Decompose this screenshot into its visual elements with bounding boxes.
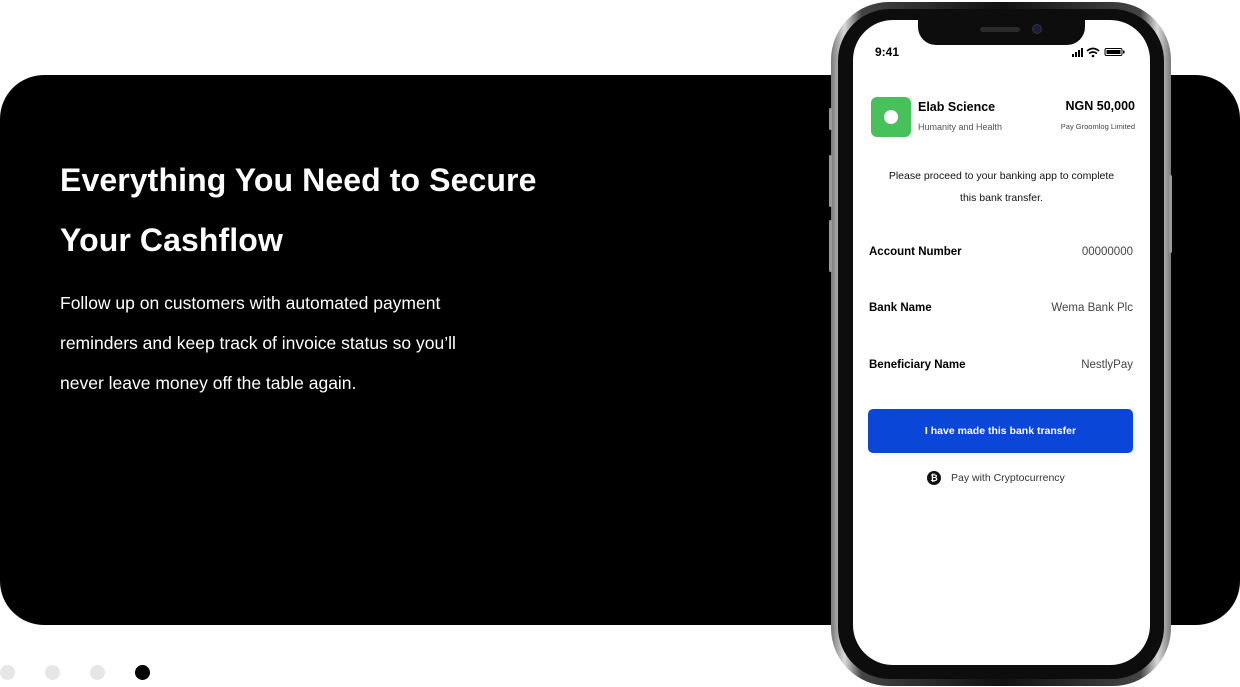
battery-icon (1104, 48, 1125, 56)
merchant-logo (871, 97, 911, 137)
payee-name: Pay Groomlog Limited (1060, 122, 1135, 131)
detail-row-beneficiary-name: Beneficiary Name NestlyPay (869, 359, 1133, 375)
detail-value: NestlyPay (1081, 359, 1133, 371)
transfer-instruction: Please proceed to your banking app to co… (888, 170, 1115, 204)
phone-mute-switch (829, 108, 832, 130)
wifi-icon (1086, 47, 1100, 58)
detail-value: 00000000 (1081, 246, 1133, 258)
cellular-signal-icon (1072, 48, 1083, 57)
confirm-transfer-button[interactable]: I have made this bank transfer (868, 409, 1133, 453)
hero-description: Follow up on customers with automated pa… (60, 293, 456, 393)
carousel-pagination (0, 665, 160, 681)
phone-volume-up-button (829, 155, 832, 207)
payment-amount: NGN 50,000 (1065, 99, 1135, 113)
carousel-dot-1[interactable] (0, 665, 15, 680)
pay-with-crypto-label: Pay with Cryptocurrency (951, 472, 1065, 484)
carousel-dot-3[interactable] (90, 665, 105, 680)
detail-row-bank-name: Bank Name Wema Bank Plc (869, 302, 1133, 318)
phone-screen: 9:41 Elab Science Humanity and Health NG (853, 20, 1150, 665)
detail-row-account-number: Account Number 00000000 (869, 246, 1133, 262)
merchant-tagline: Humanity and Health (918, 122, 1003, 132)
status-time: 9:41 (875, 45, 900, 59)
speaker-grille (980, 27, 1020, 32)
detail-label: Bank Name (869, 302, 932, 314)
carousel-dot-2[interactable] (45, 665, 60, 680)
detail-label: Account Number (869, 246, 962, 258)
detail-value: Wema Bank Plc (1051, 302, 1133, 314)
phone-notch (918, 20, 1085, 45)
merchant-name: Elab Science (918, 100, 996, 114)
pay-with-crypto-link[interactable]: ₿ Pay with Cryptocurrency (927, 470, 1065, 486)
phone-volume-down-button (829, 220, 832, 272)
front-camera (1032, 24, 1042, 34)
landing-section: Everything You Need to Secure Your Cashf… (0, 0, 1240, 687)
detail-label: Beneficiary Name (869, 359, 966, 371)
bitcoin-icon: ₿ (927, 471, 941, 485)
status-icons (1072, 47, 1125, 58)
carousel-dot-4-active[interactable] (135, 665, 150, 680)
hero-headline: Everything You Need to Secure Your Cashf… (60, 162, 537, 258)
phone-power-button (1169, 175, 1172, 253)
